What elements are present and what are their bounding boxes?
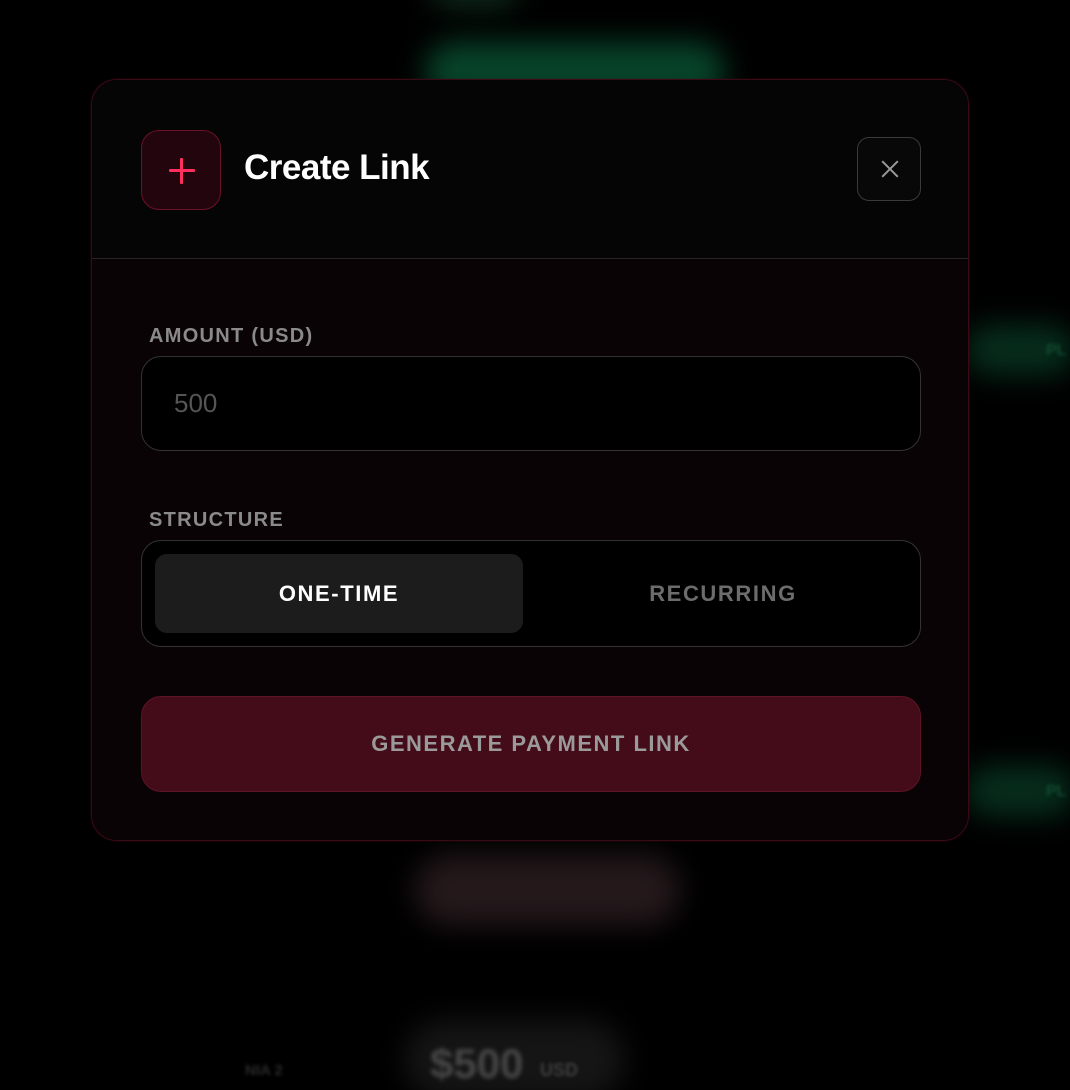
structure-label: STRUCTURE — [149, 509, 285, 531]
amount-input[interactable] — [141, 356, 921, 451]
modal-body: AMOUNT (USD) STRUCTURE ONE-TIME RECURRIN… — [92, 260, 968, 840]
generate-payment-link-button[interactable]: GENERATE PAYMENT LINK — [141, 696, 921, 792]
background-pill-text: PL — [1046, 783, 1067, 800]
structure-toggle: ONE-TIME RECURRING — [141, 540, 921, 647]
blurred-green-pill-top — [430, 0, 520, 10]
modal-title: Create Link — [244, 148, 430, 187]
background-label-text: NIA 2 — [245, 1062, 283, 1079]
structure-option-recurring[interactable]: RECURRING — [539, 554, 907, 633]
background-currency-text: USD — [540, 1060, 579, 1080]
create-link-modal: Create Link AMOUNT (USD) STRUCTURE ONE-T… — [91, 79, 969, 841]
plus-icon-vertical — [180, 158, 183, 184]
background-amount-text: $500 — [430, 1040, 524, 1087]
blurred-grey-pill — [415, 855, 680, 925]
modal-header: Create Link — [92, 80, 968, 259]
close-button[interactable] — [857, 137, 921, 201]
background-pill-text: PL — [1046, 342, 1067, 359]
plus-icon — [141, 130, 221, 210]
structure-option-one-time[interactable]: ONE-TIME — [155, 554, 523, 633]
amount-label: AMOUNT (USD) — [149, 325, 314, 347]
